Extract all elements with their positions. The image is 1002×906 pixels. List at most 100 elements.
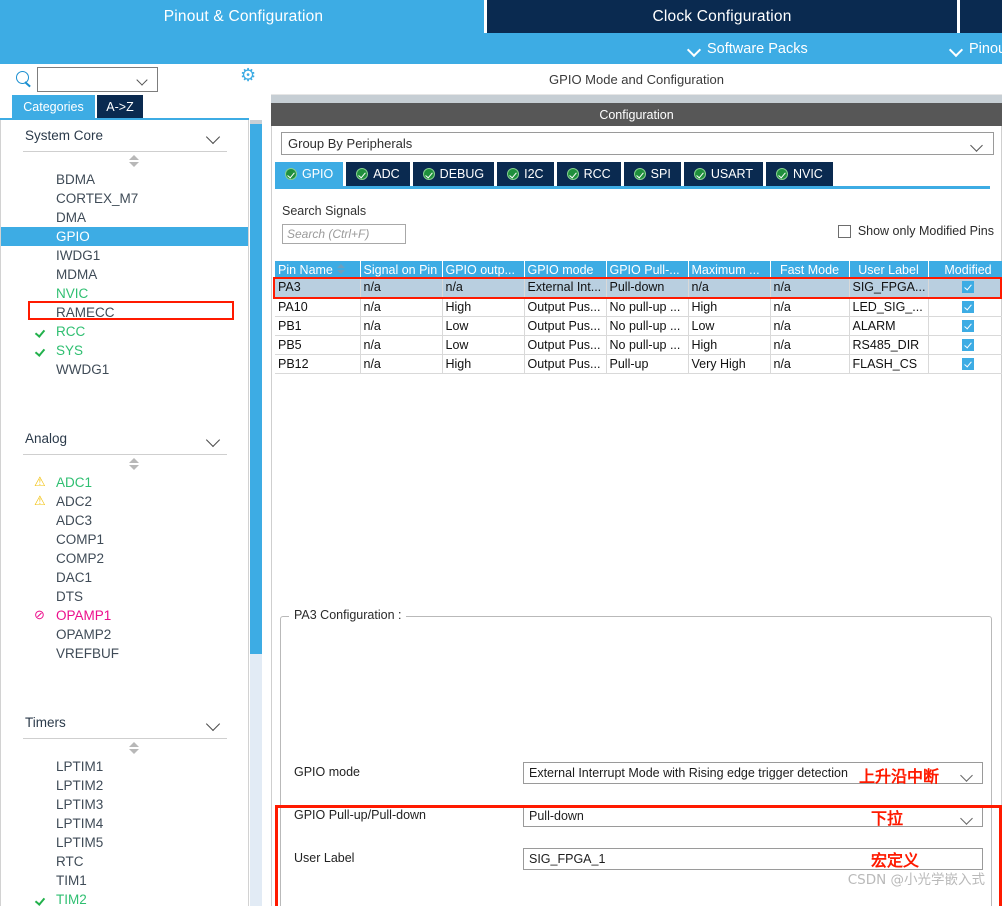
tab-nvic[interactable]: NVIC — [765, 162, 833, 186]
tree-item-dts[interactable]: DTS — [1, 587, 248, 606]
show-only-modified-pins-checkbox[interactable]: Show only Modified Pins — [837, 224, 994, 238]
software-packs-menu[interactable]: Software Packs — [688, 33, 808, 64]
search-signals-input[interactable]: Search (Ctrl+F) — [282, 224, 406, 244]
cell-maximum: Very High — [688, 354, 771, 374]
tree-item-dac1[interactable]: DAC1 — [1, 568, 248, 587]
tab-clock-configuration-label: Clock Configuration — [652, 7, 792, 25]
group-header-timers[interactable]: Timers — [1, 707, 248, 738]
tree-item-cortex-m7[interactable]: CORTEX_M7 — [1, 189, 248, 208]
tree-item-nvic[interactable]: NVIC — [1, 284, 248, 303]
tree-item-rtc[interactable]: RTC — [1, 852, 248, 871]
tab-third-partial[interactable] — [960, 0, 1002, 33]
group-title-timers: Timers — [25, 715, 66, 730]
tree-item-tim1[interactable]: TIM1 — [1, 871, 248, 890]
cell-modified[interactable] — [928, 354, 1002, 374]
tree-item-sys[interactable]: SYS — [1, 341, 248, 360]
gear-icon[interactable]: ⚙ — [240, 66, 258, 84]
col-fast-mode[interactable]: Fast Mode — [770, 261, 850, 278]
check-icon — [34, 343, 50, 357]
search-input[interactable] — [37, 67, 158, 92]
tree-item-adc3[interactable]: ADC3 — [1, 511, 248, 530]
group-header-analog[interactable]: Analog — [1, 423, 248, 454]
tab-usart-label: USART — [710, 167, 753, 181]
tree-item-vrefbuf[interactable]: VREFBUF — [1, 644, 248, 663]
tree-item-adc1[interactable]: ⚠ ADC1 — [1, 473, 248, 492]
tab-gpio[interactable]: GPIO — [275, 162, 344, 186]
cell-fast-mode: n/a — [770, 278, 850, 298]
col-user-label[interactable]: User Label — [849, 261, 929, 278]
cell-modified[interactable] — [928, 278, 1002, 298]
tree-item-comp2[interactable]: COMP2 — [1, 549, 248, 568]
col-modified[interactable]: Modified — [928, 261, 1002, 278]
tree-item-opamp1[interactable]: ⊘ OPAMP1 — [1, 606, 248, 625]
table-row[interactable]: PA3 n/a n/a External Int... Pull-down n/… — [275, 278, 1002, 298]
tree-item-lptim2[interactable]: LPTIM2 — [1, 776, 248, 795]
col-gpio-output[interactable]: GPIO outp... — [442, 261, 525, 278]
tab-a-to-z[interactable]: A->Z — [97, 95, 143, 118]
warning-icon: ⚠ — [34, 493, 46, 508]
table-row[interactable]: PB1 n/a Low Output Pus... No pull-up ...… — [275, 316, 1002, 336]
scroll-spinner-icon[interactable] — [1, 152, 248, 170]
tree-item-label: NVIC — [56, 286, 89, 301]
cell-modified[interactable] — [928, 335, 1002, 355]
tree-item-comp1[interactable]: COMP1 — [1, 530, 248, 549]
checkbox-checked-icon[interactable] — [962, 300, 974, 313]
tree-item-gpio[interactable]: GPIO — [1, 227, 248, 246]
right-panel: GPIO Mode and Configuration Configuratio… — [265, 64, 1002, 906]
table-row[interactable]: PB12 n/a High Output Pus... Pull-up Very… — [275, 354, 1002, 374]
tree-item-label: BDMA — [56, 172, 96, 187]
tree-item-lptim3[interactable]: LPTIM3 — [1, 795, 248, 814]
tab-rcc[interactable]: RCC — [556, 162, 621, 186]
peripheral-tree[interactable]: System Core BDMA CORTEX_M7 DMA GPIO IWDG… — [0, 120, 249, 906]
tree-item-mdma[interactable]: MDMA — [1, 265, 248, 284]
col-signal-on-pin[interactable]: Signal on Pin — [360, 261, 443, 278]
tab-i2c[interactable]: I2C — [497, 162, 554, 186]
sidebar-scrollbar-lower[interactable] — [250, 654, 262, 906]
pinout-menu[interactable]: Pinout — [950, 33, 1002, 64]
tree-item-ramecc[interactable]: RAMECC — [1, 303, 248, 322]
col-pin-name[interactable]: Pin Name — [275, 261, 361, 278]
cell-modified[interactable] — [928, 316, 1002, 336]
tree-item-lptim4[interactable]: LPTIM4 — [1, 814, 248, 833]
checkbox-checked-icon[interactable] — [962, 281, 974, 294]
checkbox-checked-icon[interactable] — [962, 338, 974, 351]
group-header-system-core[interactable]: System Core — [1, 120, 248, 151]
tree-item-dma[interactable]: DMA — [1, 208, 248, 227]
item-mark — [34, 267, 50, 281]
table-row[interactable]: PA10 n/a High Output Pus... No pull-up .… — [275, 297, 1002, 317]
scroll-spinner-icon[interactable] — [1, 739, 248, 757]
checkbox-checked-icon[interactable] — [962, 319, 974, 332]
tree-item-lptim5[interactable]: LPTIM5 — [1, 833, 248, 852]
pin-configuration-table[interactable]: Pin Name Signal on Pin GPIO outp... GPIO… — [275, 261, 1002, 374]
table-row[interactable]: PB5 n/a Low Output Pus... No pull-up ...… — [275, 335, 1002, 355]
tab-pinout-configuration[interactable]: Pinout & Configuration — [0, 0, 487, 33]
col-gpio-pull[interactable]: GPIO Pull-... — [606, 261, 689, 278]
tree-item-lptim1[interactable]: LPTIM1 — [1, 757, 248, 776]
tab-categories[interactable]: Categories — [12, 95, 95, 118]
tab-debug[interactable]: DEBUG — [412, 162, 495, 186]
checkbox-icon[interactable] — [837, 224, 851, 238]
cell-pull: Pull-up — [606, 354, 689, 374]
sidebar-scrollbar-thumb[interactable] — [250, 124, 262, 654]
tab-clock-configuration[interactable]: Clock Configuration — [487, 0, 957, 33]
tree-item-bdma[interactable]: BDMA — [1, 170, 248, 189]
tree-item-adc2[interactable]: ⚠ ADC2 — [1, 492, 248, 511]
cell-modified[interactable] — [928, 297, 1002, 317]
tree-item-iwdg1[interactable]: IWDG1 — [1, 246, 248, 265]
group-by-dropdown[interactable]: Group By Peripherals — [281, 132, 994, 155]
checkbox-checked-icon[interactable] — [962, 357, 974, 370]
field-gpio-pull-dropdown[interactable]: Pull-down — [523, 805, 983, 827]
scroll-spinner-icon[interactable] — [1, 455, 248, 473]
tab-usart[interactable]: USART — [683, 162, 763, 186]
item-mark — [34, 816, 50, 830]
group-by-value: Group By Peripherals — [288, 136, 413, 151]
col-maximum[interactable]: Maximum ... — [688, 261, 771, 278]
col-gpio-mode[interactable]: GPIO mode — [524, 261, 607, 278]
tab-spi[interactable]: SPI — [623, 162, 681, 186]
configuration-bar-label: Configuration — [599, 107, 674, 122]
tree-item-rcc[interactable]: RCC — [1, 322, 248, 341]
tree-item-tim2[interactable]: TIM2 — [1, 890, 248, 906]
tree-item-opamp2[interactable]: OPAMP2 — [1, 625, 248, 644]
tree-item-wwdg1[interactable]: WWDG1 — [1, 360, 248, 379]
tab-adc[interactable]: ADC — [346, 162, 410, 186]
